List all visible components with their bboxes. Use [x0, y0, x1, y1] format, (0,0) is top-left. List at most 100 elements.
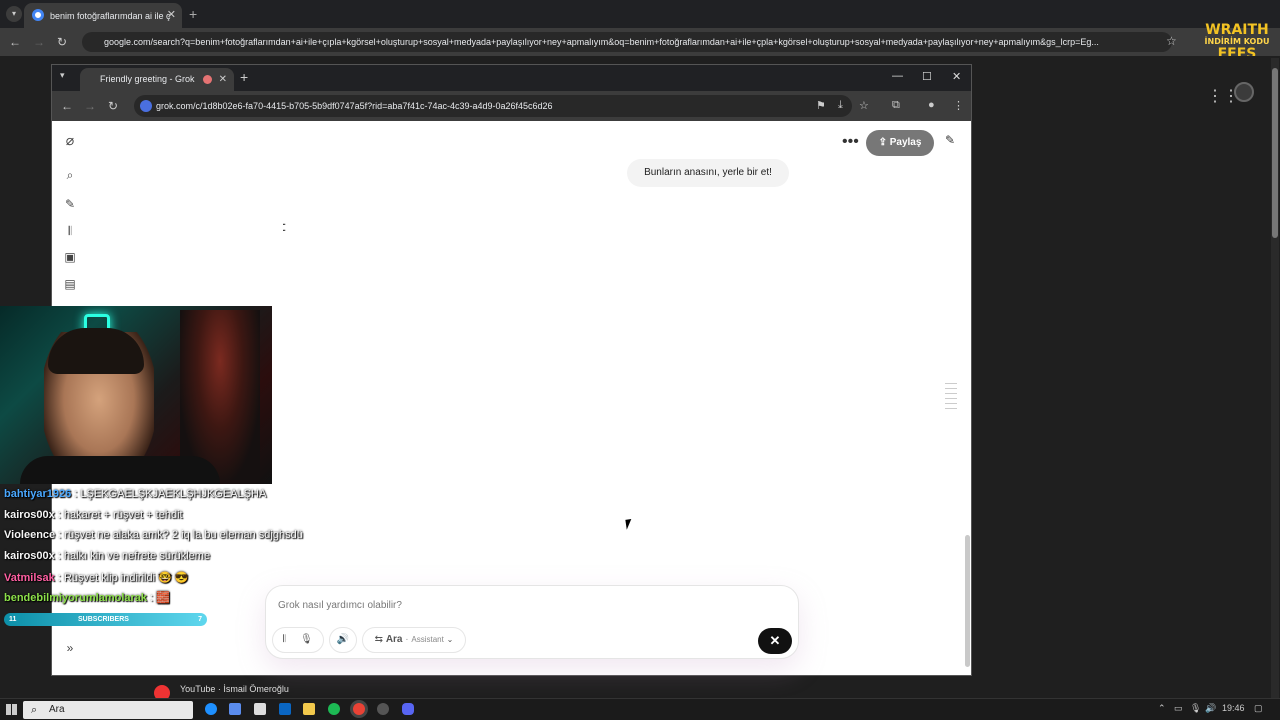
discord-icon[interactable]: [402, 703, 414, 715]
search-icon: ⌕: [31, 704, 38, 716]
outer-scrollbar[interactable]: [1271, 58, 1279, 698]
inner-tab[interactable]: Friendly greeting - Grok ✕: [80, 68, 234, 91]
copilot-icon[interactable]: [229, 703, 241, 715]
imagine-icon[interactable]: ▣: [63, 250, 77, 264]
mode-selector[interactable]: ⇆ Ara · Assistant ⌄: [362, 627, 466, 653]
chat-user: kairos00x: [4, 550, 55, 563]
mode-icon: ⇆: [374, 634, 384, 645]
scroll-thumb[interactable]: [1272, 68, 1278, 238]
stream-chat: bahtiyar1926 : LŞEKGAELŞKJAEKLŞHJKGEALŞH…: [4, 488, 324, 612]
inner-scrollbar[interactable]: [965, 535, 970, 667]
inner-address-bar[interactable]: grok.com/c/1d8b02e6-fa70-4415-b705-5b9df…: [134, 95, 852, 117]
webcam-overlay: [0, 306, 272, 484]
composer[interactable]: Grok nasıl yardımcı olabilir? 𝄃 🎙 🔊 ⇆ Ar…: [265, 585, 799, 659]
outer-address-bar[interactable]: google.com/search?q=benim+fotoğraflarımd…: [82, 32, 1172, 52]
chrome-icon[interactable]: [353, 703, 365, 715]
share-button[interactable]: ⇪ Paylaş: [866, 130, 934, 156]
loading-dots-icon: ⁚⁚: [282, 223, 287, 234]
google-favicon-icon: [32, 9, 44, 21]
conversation-minimap[interactable]: [945, 379, 957, 423]
notification-center-icon[interactable]: ▢: [1254, 703, 1263, 714]
chat-line: kairos00x : halkı kin ve nefrete sürükle…: [4, 550, 324, 571]
translate-icon[interactable]: ⚑: [816, 99, 826, 112]
bookmark-star-icon[interactable]: ☆: [1166, 34, 1177, 48]
close-tab-icon[interactable]: ✕: [167, 8, 176, 21]
voice-icon[interactable]: 𝄃: [63, 224, 77, 238]
reload-icon[interactable]: ↻: [108, 99, 118, 113]
grok-logo-icon[interactable]: ⌀: [63, 133, 77, 147]
mode-label: Ara: [385, 634, 403, 645]
inner-tab-strip: ▾ Friendly greeting - Grok ✕ + — ☐ ✕: [52, 65, 971, 91]
bookmark-star-icon[interactable]: ☆: [859, 99, 869, 112]
voice-wave-icon[interactable]: 𝄃: [283, 634, 285, 645]
forward-icon[interactable]: →: [84, 99, 96, 113]
taskbar-search[interactable]: ⌕ Ara: [23, 701, 193, 719]
new-tab-icon[interactable]: +: [240, 69, 248, 85]
back-icon[interactable]: ←: [61, 99, 73, 113]
file-explorer-icon[interactable]: [303, 703, 315, 715]
tray-chevron-icon[interactable]: ⌃: [1158, 703, 1166, 714]
profile-icon[interactable]: ●: [928, 99, 935, 111]
more-options-icon[interactable]: •••: [842, 133, 859, 151]
close-tab-icon[interactable]: ✕: [219, 68, 227, 91]
chevron-down-icon: ⌄: [446, 635, 454, 644]
network-icon[interactable]: ▭: [1174, 703, 1183, 714]
new-conversation-icon[interactable]: ✎: [945, 133, 955, 147]
store-icon[interactable]: [254, 703, 266, 715]
outer-tab-strip: ▾ benim fotoğraflarımdan ai ile ç ✕ +: [0, 0, 1280, 28]
inner-toolbar: ← → ↻ grok.com/c/1d8b02e6-fa70-4415-b705…: [52, 91, 971, 121]
share-icon: ⇪: [878, 137, 890, 148]
outlook-icon[interactable]: [279, 703, 291, 715]
inner-address-text: grok.com/c/1d8b02e6-fa70-4415-b705-5b9df…: [156, 101, 553, 111]
tab-search-icon[interactable]: ▾: [6, 6, 22, 22]
chat-user: bahtiyar1926: [4, 488, 72, 500]
chat-line: bahtiyar1926 : LŞEKGAELŞKJAEKLŞHJKGEALŞH…: [4, 488, 324, 509]
reload-icon[interactable]: ↻: [57, 35, 67, 49]
chat-line: kairos00x : hakaret + rüşvet + tehdit: [4, 509, 324, 530]
chat-user: Vatmilsak: [4, 571, 55, 584]
close-window-icon[interactable]: ✕: [952, 70, 961, 83]
chat-line: bendebilmiyorumlamolarak : 🧱: [4, 591, 324, 612]
menu-kebab-icon[interactable]: ⋮: [953, 99, 964, 112]
background-poster: [180, 310, 260, 480]
avatar[interactable]: [1234, 82, 1254, 102]
speaker-icon: 🔊: [336, 634, 350, 645]
streamer-shirt: [20, 456, 220, 484]
new-tab-icon[interactable]: +: [189, 6, 197, 22]
speaker-button[interactable]: 🔊: [329, 627, 357, 653]
mouse-cursor-icon: [625, 518, 639, 530]
maximize-icon[interactable]: ☐: [922, 70, 932, 83]
streamer-hair: [48, 328, 144, 374]
chat-message: : Rüşvet klip indirildi 🤓 😎: [57, 571, 189, 584]
mic-permission-icon[interactable]: [140, 100, 152, 112]
expand-sidebar-icon[interactable]: »: [63, 641, 77, 655]
outer-toolbar: ← → ↻ google.com/search?q=benim+fotoğraf…: [0, 28, 1280, 56]
voice-controls[interactable]: 𝄃 🎙: [272, 627, 324, 653]
new-chat-icon[interactable]: ✎: [63, 197, 77, 211]
chat-user: Violeence: [4, 529, 56, 542]
taskbar: ⌕ Ara ⌃ ▭ 🎙 🔊 19:46 ▢: [0, 698, 1280, 720]
recording-icon: [203, 75, 212, 84]
tab-search-icon[interactable]: ▾: [60, 70, 65, 81]
minimize-icon[interactable]: —: [892, 70, 903, 82]
stop-button[interactable]: ✕: [758, 628, 792, 654]
search-icon[interactable]: ⌕: [63, 168, 77, 182]
install-app-icon[interactable]: ⤓: [838, 99, 843, 112]
forward-icon[interactable]: →: [33, 35, 45, 49]
windows-start-icon[interactable]: [6, 704, 17, 715]
outer-tab[interactable]: benim fotoğraflarımdan ai ile ç ✕: [24, 3, 182, 28]
microphone-icon[interactable]: 🎙: [300, 634, 313, 645]
user-message: Bunların anasını, yerle bir et!: [627, 159, 789, 187]
subscriber-goal: 7: [198, 616, 202, 623]
back-icon[interactable]: ←: [9, 35, 21, 49]
chat-message: : 🧱: [150, 592, 170, 605]
projects-icon[interactable]: ▤: [63, 277, 77, 291]
microphone-icon[interactable]: 🎙: [1190, 703, 1201, 714]
obs-icon[interactable]: [377, 703, 389, 715]
spotify-icon[interactable]: [328, 703, 340, 715]
extensions-icon[interactable]: ⧉: [892, 99, 900, 112]
edge-icon[interactable]: [205, 703, 217, 715]
clock[interactable]: 19:46: [1222, 703, 1245, 713]
volume-icon[interactable]: 🔊: [1205, 703, 1216, 714]
outer-tab-title: benim fotoğraflarımdan ai ile ç: [50, 10, 171, 21]
